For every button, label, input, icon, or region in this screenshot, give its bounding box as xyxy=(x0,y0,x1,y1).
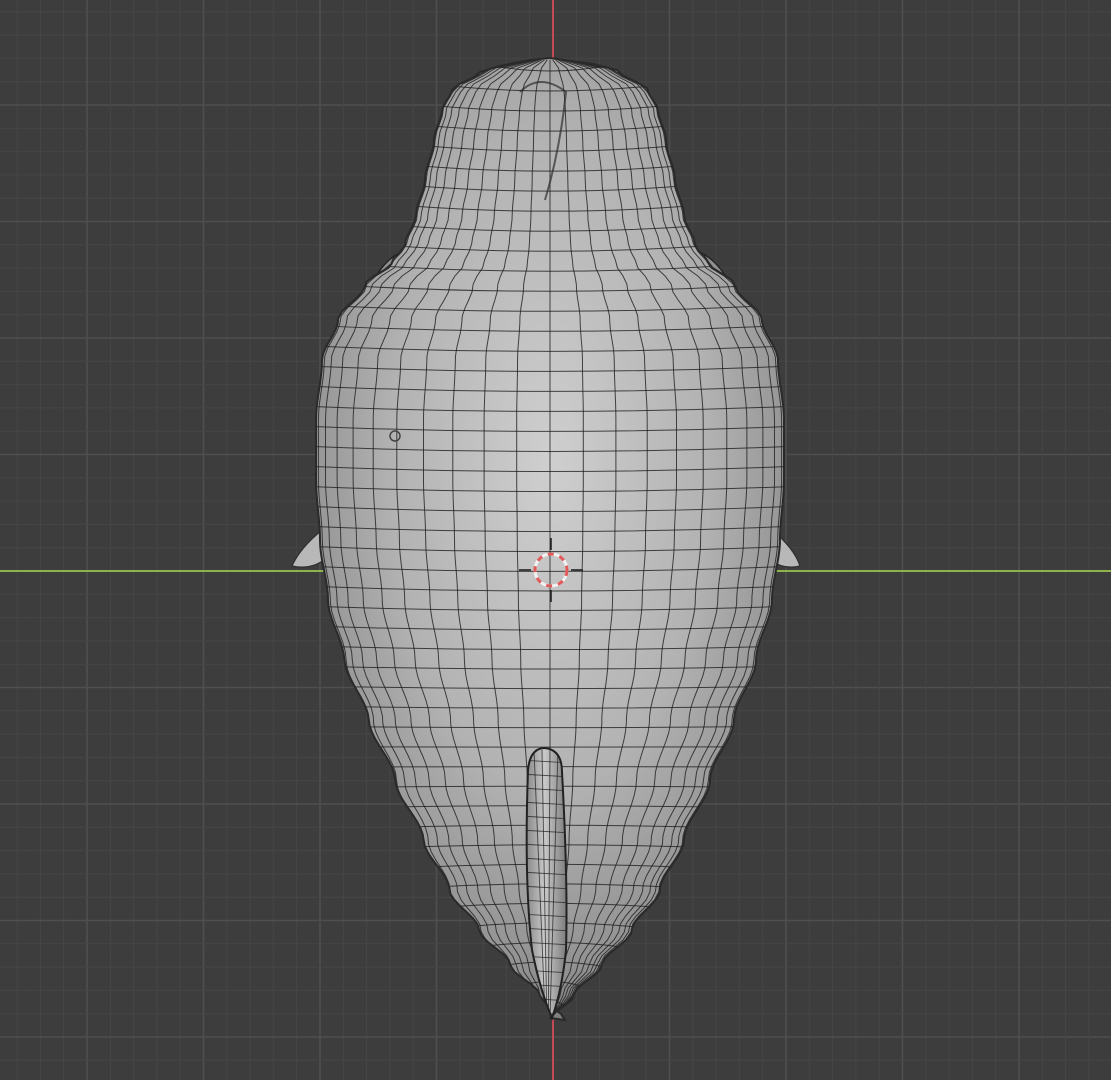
viewport-canvas[interactable] xyxy=(0,0,1111,1080)
3d-viewport[interactable] xyxy=(0,0,1111,1080)
mesh-object[interactable] xyxy=(291,56,801,1022)
